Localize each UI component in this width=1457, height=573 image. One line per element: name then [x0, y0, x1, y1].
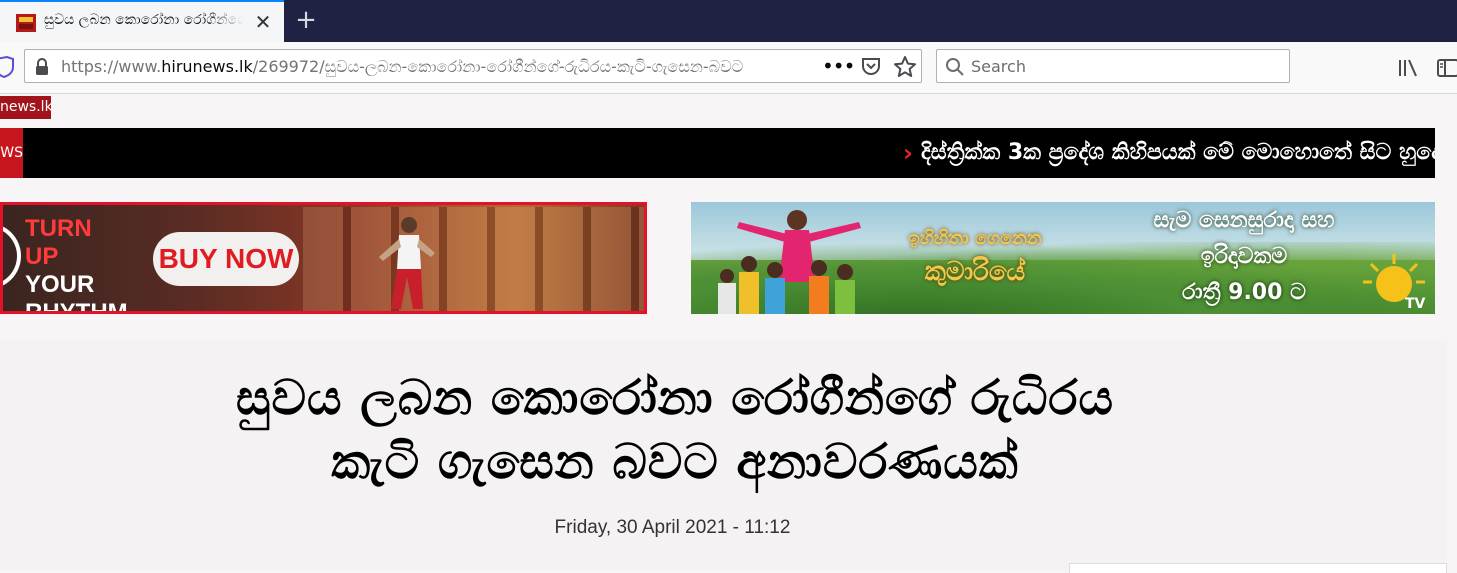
url-text[interactable]: https://www.hirunews.lk/269972/සුවය-ලබන-… [61, 57, 803, 77]
buy-now-button[interactable]: BUY NOW [153, 232, 299, 286]
url-path: /269972/සුවය-ලබන-කොරෝනා-රෝගීන්ගේ-රුධිරය-… [252, 57, 744, 76]
headline-line1: සුවය ලබන කොරෝනා රෝගීන්ගේ රුධිරය [236, 370, 1114, 426]
tv-mark: TV [1405, 296, 1426, 312]
navigation-toolbar: https://www.hirunews.lk/269972/සුවය-ලබන-… [0, 42, 1457, 94]
ticker-headline[interactable]: දිස්ත්‍රික්ක 3ක ප්‍රදේශ කිහිපයක් මේ මොහො… [921, 139, 1435, 169]
vinyl-ring-graphic [3, 223, 21, 289]
tab-active[interactable]: සුවය ලබන කොරෝනා රෝගීන්ගේ රුධිරය කැටි ගැස… [0, 0, 284, 42]
library-icon[interactable] [1396, 58, 1420, 78]
headline-line2: කැටි ගැසෙන බවට අනාවරණයක් [331, 434, 1019, 490]
show-title-line2: කුමාරියේ [924, 257, 1026, 287]
article-date: Friday, 30 April 2021 - 11:12 [554, 517, 791, 538]
sidebar-widget [1069, 563, 1447, 573]
shield-icon[interactable] [0, 56, 14, 78]
sun-tv-logo-icon: TV [1363, 254, 1426, 312]
search-icon [946, 58, 964, 76]
lock-icon[interactable] [34, 58, 50, 76]
ad-right-schedule-line2: ඉරිදාවකම [1200, 244, 1288, 269]
page-actions-more-icon[interactable]: ••• [822, 54, 855, 78]
url-scheme: https://www. [61, 57, 162, 76]
ad-left-line1: TURN UP [25, 215, 92, 270]
article-headline: සුවය ලබන කොරෝනා රෝගීන්ගේ රුධිරය කැටි ගැස… [60, 366, 1290, 496]
pocket-icon[interactable] [860, 56, 882, 78]
ad-left-line3: RHYTHM [25, 299, 128, 314]
sidebar-icon[interactable] [1437, 58, 1457, 78]
ad-left-line2: YOUR [25, 271, 95, 298]
site-favicon-icon [16, 14, 36, 32]
show-title-logo: ඉහිහිතා ගෙනෙන කුමාරියේ [905, 224, 1045, 304]
new-tab-button[interactable]: + [292, 6, 320, 34]
site-logo[interactable]: news.lk [0, 96, 51, 119]
ticker-label: WS [0, 128, 23, 178]
ad-right-schedule-line1: සැම සෙනසුරාදා සහ [1153, 208, 1335, 233]
tab-title: සුවය ලබන කොරෝනා රෝගීන්ගේ රුධිරය කැටි ගැස… [44, 12, 244, 28]
url-bar[interactable]: https://www.hirunews.lk/269972/සුවය-ලබන-… [24, 49, 922, 83]
browser-tab-bar: සුවය ලබන කොරෝනා රෝගීන්ගේ රුධිරය කැටි ගැස… [0, 0, 1457, 42]
news-ticker[interactable]: WS › දිස්ත්‍රික්ක 3ක ප්‍රදේශ කිහිපයක් මේ… [0, 128, 1435, 178]
search-bar[interactable] [936, 49, 1290, 83]
show-title-line1: ඉහිහිතා ගෙනෙන [908, 228, 1042, 249]
bookmark-star-icon[interactable] [893, 55, 917, 79]
chevron-right-icon: › [903, 139, 913, 167]
dancer-figure-image [379, 217, 435, 309]
tv-show-cast-image [718, 210, 861, 314]
ad-left-slogan: TURN UP YOUR RHYTHM [25, 215, 128, 314]
tab-close-icon[interactable]: ✕ [252, 11, 274, 33]
ad-right-schedule-line3: රාත්‍රී 9.00 ට [1182, 280, 1306, 305]
advertisement-banner-left[interactable]: TURN UP YOUR RHYTHM BUY NOW [0, 202, 647, 314]
advertisement-banner-right[interactable]: ඉහිහිතා ගෙනෙන කුමාරියේ සැම සෙනසුරාදා සහ … [691, 202, 1435, 314]
search-input[interactable] [971, 55, 1271, 77]
url-host: hirunews.lk [161, 57, 253, 76]
